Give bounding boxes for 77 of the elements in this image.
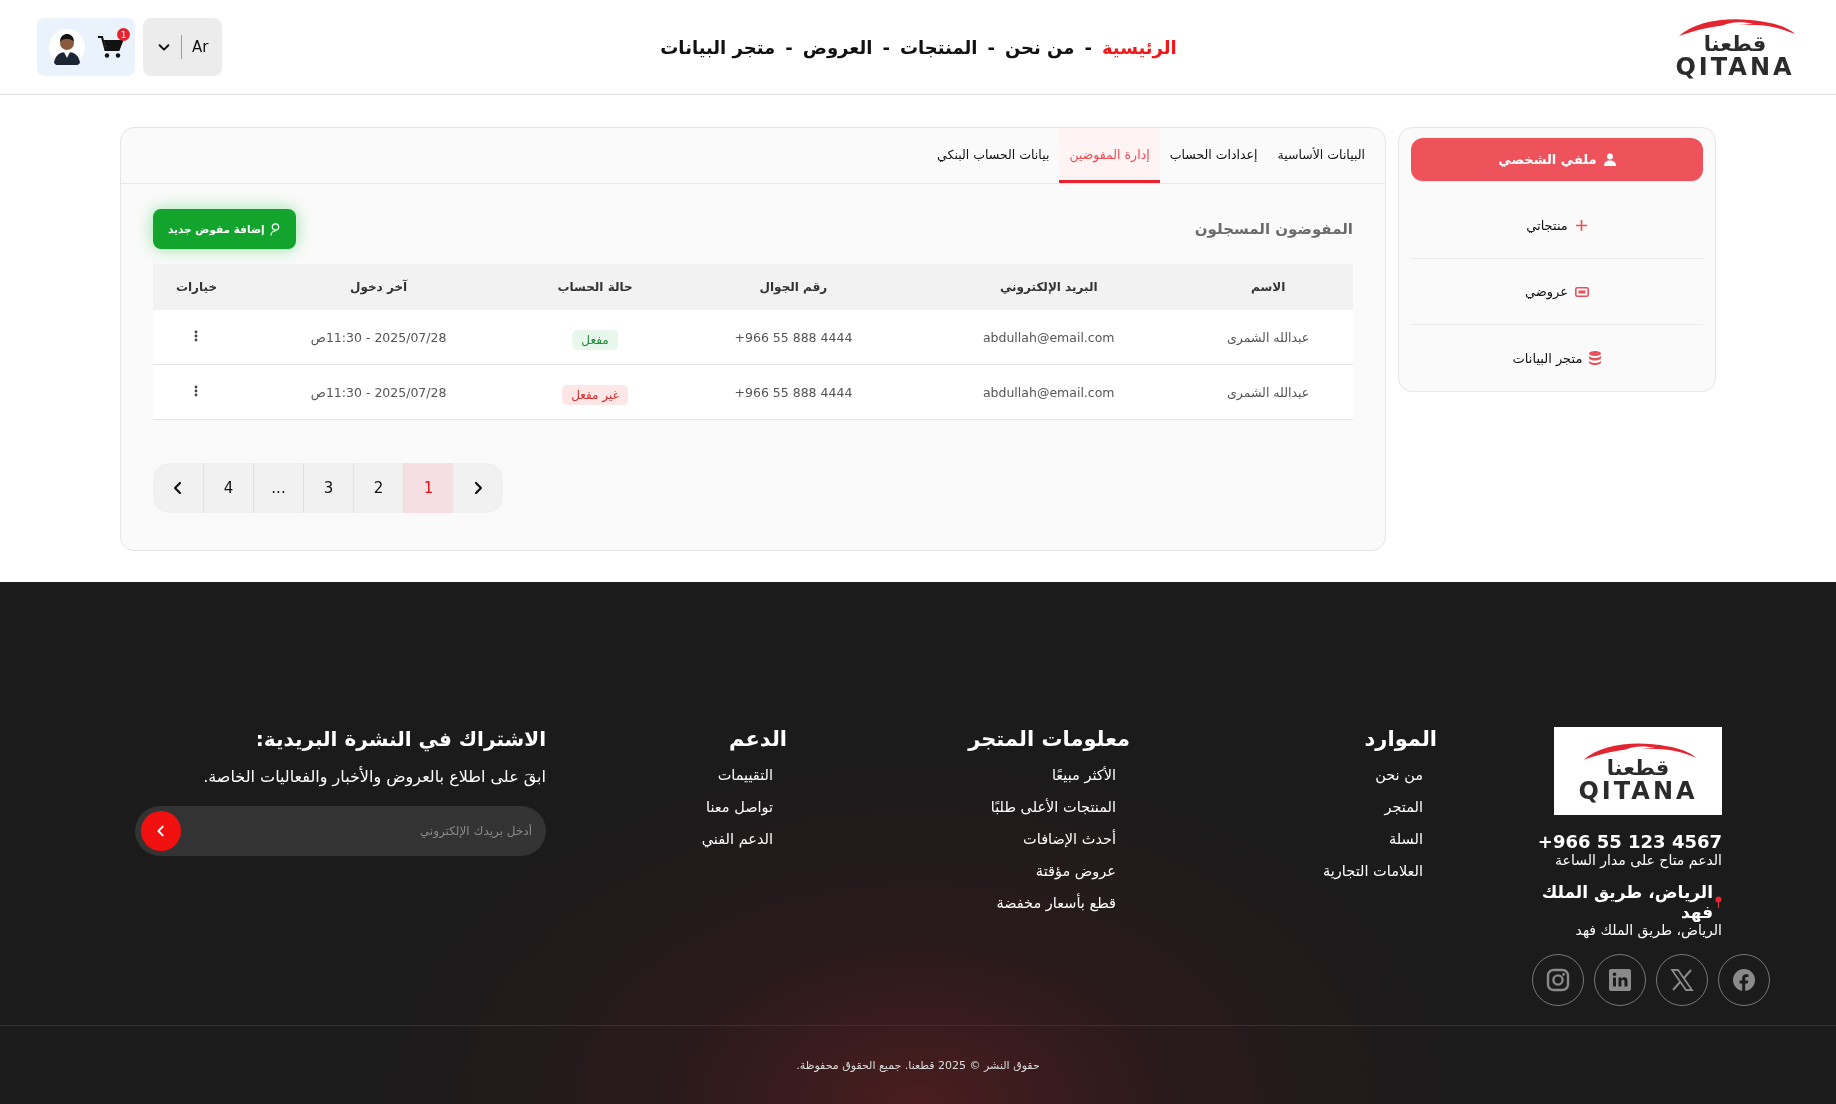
table-cell: +966 55 888 4444 [672,310,915,365]
nav-separator: - [785,36,793,58]
table-cell: +966 55 888 4444 [672,364,915,420]
tab[interactable]: إعدادات الحساب [1159,128,1268,183]
cart-count-badge: 1 [117,28,130,41]
table-cell: 2025/07/28 - 11:30ص [239,364,518,420]
footer-link[interactable]: التقييمات [717,767,773,783]
address-text: الرياض، طريق الملك فهد [1575,922,1722,938]
table-cell: عبدالله الشمرى [1183,364,1353,420]
plus-icon [1574,219,1588,232]
nav-link[interactable]: العروض [802,36,873,58]
ticket-icon [1575,286,1590,297]
location-pin-icon [1715,895,1722,909]
copyright-text: حقوق النشر © 2025 قطعنا. جميع الحقوق محفوظة. [796,1058,1040,1072]
nav-separator: - [882,36,890,58]
newsletter-text: ابقَ على اطلاع بالعروض والأخبار والفعاليات الخاصة. [202,767,546,786]
nav-separator: - [1084,36,1092,58]
database-icon [1589,351,1602,365]
x-logo-icon [1670,968,1694,992]
column-header: حالة الحساب [517,264,673,310]
status-badge: مفعل [572,330,618,350]
footer-link[interactable]: العلامات التجارية [1323,863,1423,879]
footer-link[interactable]: تواصل معنا [706,799,773,815]
footer-link[interactable]: عروض مؤقتة [1035,863,1116,879]
nav-separator: - [987,36,995,58]
instagram-icon [1546,968,1570,992]
user-add-icon [269,222,281,236]
footer-link[interactable]: الأكثر مبيعًا [1051,767,1116,783]
page-button[interactable]: 3 [303,463,353,513]
column-header: آخر دخول [239,264,518,310]
footer-heading: معلومات المتجر [968,727,1130,751]
footer-link[interactable]: قطع بأسعار مخفضة [996,895,1116,911]
sidebar-item[interactable]: منتجاتي [1411,193,1703,259]
user-icon [1603,153,1616,166]
status-badge: غير مفعل [562,385,628,405]
column-header: البريد الإلكتروني [914,264,1184,310]
footer-link[interactable]: المنتجات الأعلى طلبًا [990,799,1116,815]
footer-link[interactable]: السلة [1389,831,1423,847]
page-button[interactable]: 4 [203,463,253,513]
sidebar-item[interactable]: متجر البيانات [1411,325,1703,391]
linkedin-icon [1608,968,1632,992]
address-title: الرياض، طريق الملك فهد [1540,882,1714,922]
table-cell: عبدالله الشمرى [1183,310,1353,365]
avatar-icon[interactable] [49,29,85,65]
column-header: رقم الجوال [672,264,915,310]
table-cell: 2025/07/28 - 11:30ص [239,310,518,365]
footer-link[interactable]: المتجر [1384,799,1423,815]
tab[interactable]: بيانات الحساب البنكي [927,128,1060,183]
page-button[interactable]: ... [253,463,303,513]
footer-link[interactable]: أحدث الإضافات [1023,831,1116,847]
logo-arabic-text: قطعنا [1703,33,1767,55]
facebook-icon [1732,968,1756,992]
sidebar-item[interactable]: عروضي [1411,259,1703,325]
table-cell: abdullah@email.com [914,364,1184,420]
language-selector[interactable]: Ar [143,18,223,76]
column-header: الاسم [1183,264,1353,310]
newsletter-title: الاشتراك في النشرة البريدية: [254,727,546,751]
logo-arabic-text: قطعنا [1606,757,1670,779]
column-header: خيارات [153,264,240,310]
nav-link[interactable]: المنتجات [899,36,978,58]
footer-heading: الموارد [1364,727,1437,751]
cart-icon[interactable] [97,35,123,59]
nav-link[interactable]: الرئيسية [1101,36,1177,58]
logo-text: QITANA [1578,778,1698,803]
logo-text: QITANA [1675,54,1795,79]
more-options-icon[interactable] [194,329,199,342]
footer-link[interactable]: من نحن [1375,767,1423,783]
table-cell: abdullah@email.com [914,310,1184,365]
tab[interactable]: البيانات الأساسية [1267,128,1375,183]
nav-link[interactable]: من نحن [1004,36,1075,58]
phone-number: +966 55 123 4567 [1537,831,1722,852]
more-options-icon[interactable] [194,384,199,397]
support-hours: الدعم متاح على مدار الساعة [1555,852,1722,868]
nav-link[interactable]: متجر البيانات [660,36,776,58]
section-title: المفوضون المسجلون [1194,220,1353,238]
footer-link[interactable]: الدعم الفني [701,831,773,847]
footer-heading: الدعم [728,727,787,751]
